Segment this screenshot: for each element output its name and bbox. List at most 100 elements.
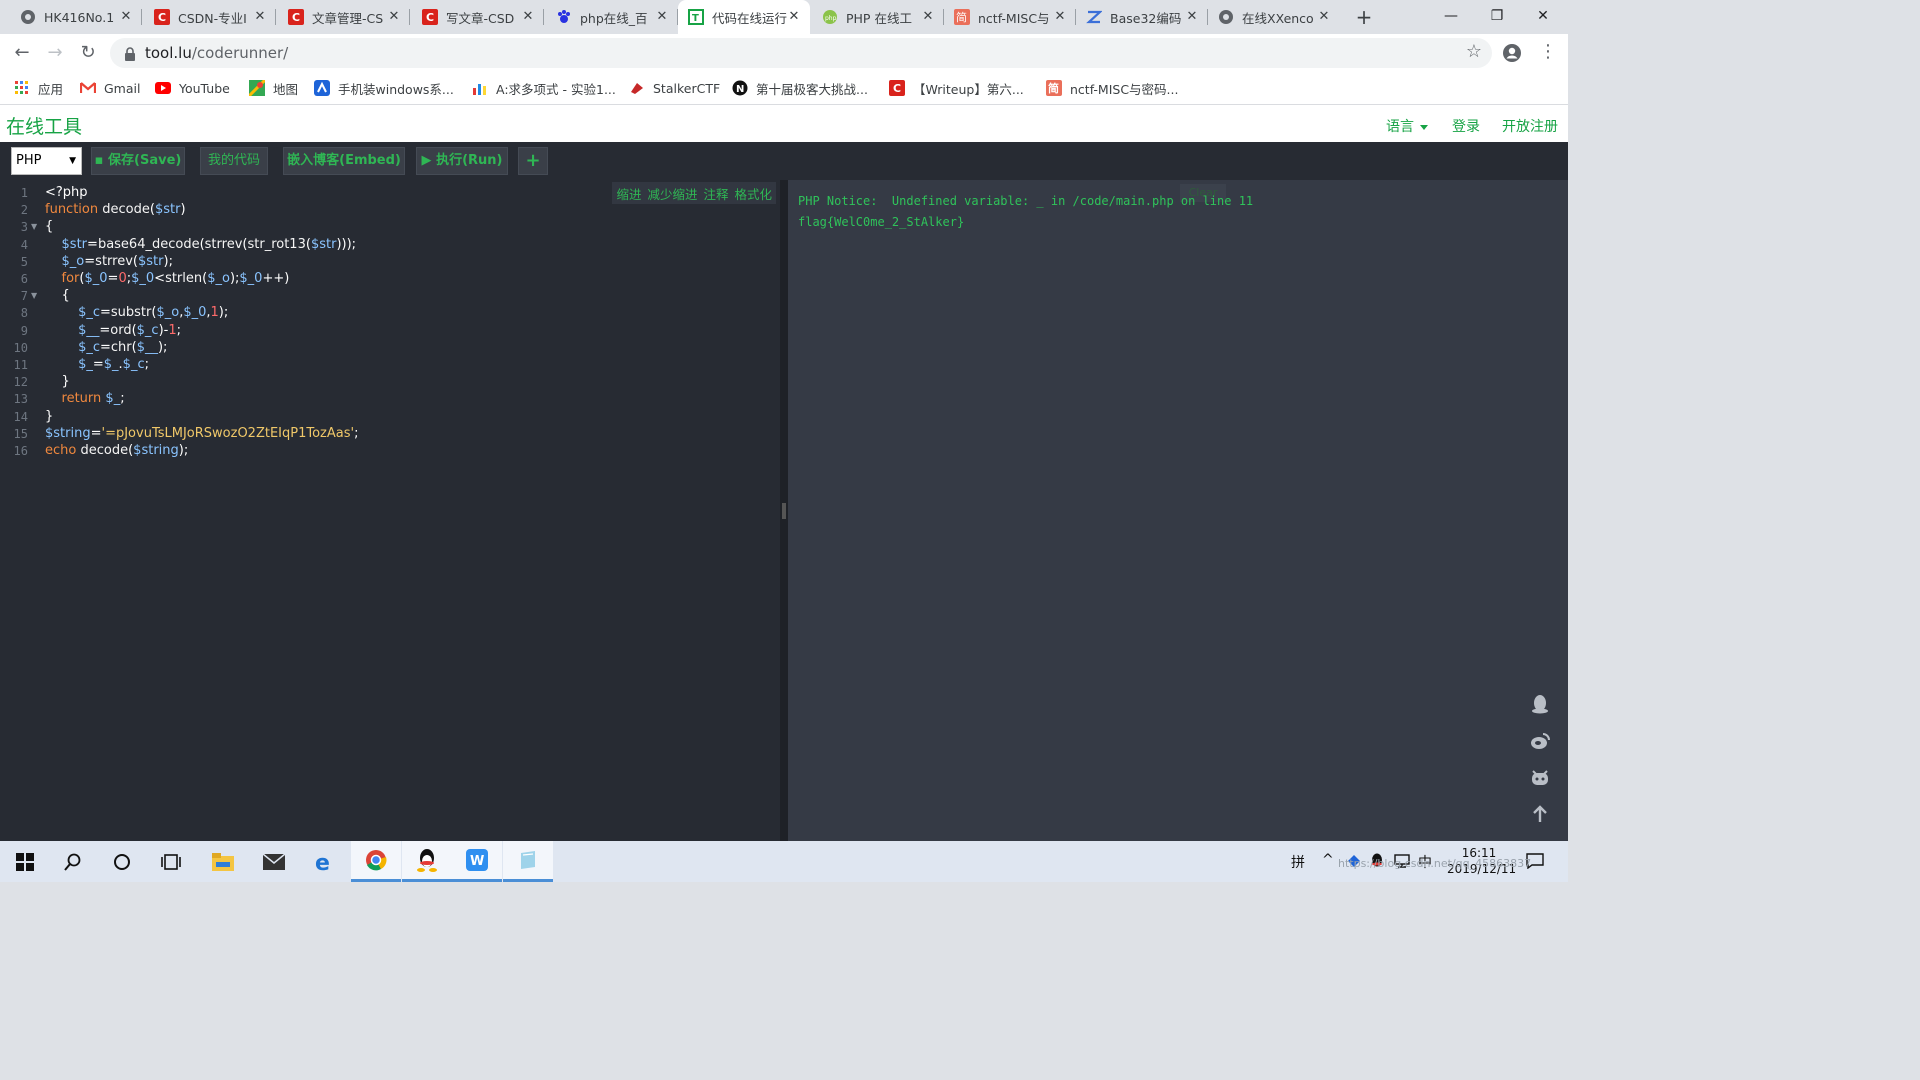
code-line[interactable]: for($_0=0;$_0<strlen($_o);$_0++) [45, 271, 290, 286]
reload-icon[interactable]: ↻ [75, 40, 101, 66]
browser-tab[interactable]: 在线XXenco ✕ [1208, 0, 1340, 34]
format-button[interactable]: 格式化 [734, 184, 772, 203]
windows-start-icon[interactable] [0, 841, 50, 882]
line-number: 12 [13, 375, 28, 390]
profile-avatar-icon[interactable] [1502, 43, 1522, 63]
browser-tab[interactable]: php在线_百 ✕ [544, 0, 678, 34]
browser-tab[interactable]: C 文章管理-CS ✕ [276, 0, 410, 34]
comment-button[interactable]: 注释 [703, 184, 728, 203]
close-window-icon[interactable]: ✕ [1520, 0, 1566, 34]
close-tab-icon[interactable]: ✕ [1184, 9, 1200, 25]
chrome-taskbar-icon[interactable] [351, 841, 401, 882]
ime-mode-indicator[interactable]: 拼 [1291, 852, 1305, 872]
bookmark-item[interactable]: YouTube [155, 78, 230, 98]
restore-window-icon[interactable]: ❐ [1474, 0, 1520, 34]
language-select[interactable]: PHP ▼ [11, 147, 82, 175]
fold-arrow-icon[interactable]: ▼ [31, 291, 37, 300]
bookmark-item[interactable]: 简 nctf-MISC与密码... [1046, 78, 1178, 98]
browser-tab[interactable]: HK416No.1 ✕ [0, 0, 142, 34]
new-tab-button[interactable]: + [1352, 5, 1376, 29]
code-line[interactable]: { [45, 219, 53, 234]
close-tab-icon[interactable]: ✕ [1316, 9, 1332, 25]
bookmark-item[interactable]: A:求多项式 - 实验1... [472, 78, 616, 98]
youtube-icon [155, 80, 171, 96]
register-link[interactable]: 开放注册 [1502, 116, 1558, 136]
browser-tab[interactable]: C 写文章-CSD ✕ [410, 0, 544, 34]
code-line[interactable]: } [45, 374, 70, 389]
notepad-icon[interactable] [503, 841, 553, 882]
bookmark-item[interactable]: 手机装windows系... [314, 78, 454, 98]
my-code-button[interactable]: 我的代码 [200, 147, 268, 175]
wps-icon[interactable]: W [452, 841, 502, 882]
back-arrow-icon[interactable]: ← [9, 40, 35, 66]
code-line[interactable]: <?php [45, 185, 88, 200]
fold-arrow-icon[interactable]: ▼ [31, 222, 37, 231]
svg-text:W: W [470, 854, 484, 869]
close-tab-icon[interactable]: ✕ [654, 9, 670, 25]
browser-tab-active[interactable]: T 代码在线运行 ✕ [678, 0, 810, 34]
address-bar[interactable]: tool.lu/coderunner/ ☆ [110, 38, 1492, 68]
edge-icon[interactable]: e [300, 841, 350, 882]
embed-button[interactable]: 嵌入博客(Embed) [283, 147, 405, 175]
code-line[interactable]: $_c=substr($_o,$_0,1); [45, 305, 228, 320]
minimize-icon[interactable]: — [1428, 0, 1474, 34]
mail-icon[interactable] [249, 841, 299, 882]
pane-splitter[interactable] [780, 180, 788, 841]
code-line[interactable]: $_=$_.$_c; [45, 357, 149, 372]
github-icon[interactable] [1530, 768, 1550, 788]
search-icon[interactable] [48, 841, 98, 882]
back-to-top-icon[interactable] [1530, 804, 1550, 824]
bookmark-item[interactable]: StalkerCTF [629, 78, 720, 98]
kebab-menu-icon[interactable]: ⋮ [1539, 39, 1557, 65]
close-tab-icon[interactable]: ✕ [520, 9, 536, 25]
qq-icon[interactable] [1530, 694, 1550, 714]
save-button[interactable]: ▪ 保存(Save) [91, 147, 185, 175]
bookmark-item[interactable]: C 【Writeup】第六... [889, 78, 1024, 98]
close-tab-icon[interactable]: ✕ [386, 9, 402, 25]
bookmark-item[interactable]: Gmail [80, 78, 140, 98]
close-tab-icon[interactable]: ✕ [252, 9, 268, 25]
splitter-grip[interactable] [782, 503, 786, 519]
site-brand[interactable]: 在线工具 [6, 112, 82, 139]
stalker-icon [629, 80, 645, 96]
code-line[interactable]: $__=ord($_c)-1; [45, 323, 181, 338]
code-line[interactable]: function decode($str) [45, 202, 186, 217]
close-tab-icon[interactable]: ✕ [920, 9, 936, 25]
login-link[interactable]: 登录 [1452, 116, 1480, 136]
run-button[interactable]: ▶ 执行(Run) [416, 147, 508, 175]
code-line[interactable]: } [45, 409, 53, 424]
browser-tab[interactable]: 简 nctf-MISC与 ✕ [944, 0, 1076, 34]
browser-tab[interactable]: php PHP 在线工 ✕ [810, 0, 944, 34]
code-line[interactable]: $string='=pJovuTsLMJoRSwozO2ZtEIqP1TozAa… [45, 426, 358, 441]
cortana-icon[interactable] [97, 841, 147, 882]
forward-arrow-icon[interactable]: → [42, 40, 68, 66]
close-tab-icon[interactable]: ✕ [786, 9, 802, 25]
language-dropdown[interactable]: 语言 [1386, 116, 1428, 136]
browser-tab[interactable]: Base32编码 ✕ [1076, 0, 1208, 34]
outdent-button[interactable]: 减少缩进 [647, 184, 697, 203]
code-line[interactable]: $_o=strrev($str); [45, 254, 173, 269]
line-number: 8 [20, 306, 28, 321]
browser-tab[interactable]: C CSDN-专业I ✕ [142, 0, 276, 34]
code-line[interactable]: { [45, 288, 70, 303]
code-editor[interactable]: 1 <?php 2 function decode($str) 3 ▼{4 $str=ba… [0, 180, 780, 841]
qq-taskbar-icon[interactable] [402, 841, 452, 882]
task-view-icon[interactable] [146, 841, 196, 882]
tray-chevron-up-icon[interactable]: ^ [1322, 852, 1334, 868]
bookmarks-bar: 应用 Gmail YouTube 地图 手机装windows系... A:求多项… [0, 71, 1568, 105]
close-tab-icon[interactable]: ✕ [1052, 9, 1068, 25]
svg-text:C: C [292, 11, 300, 24]
code-line[interactable]: echo decode($string); [45, 443, 188, 458]
code-line[interactable]: $_c=chr($__); [45, 340, 167, 355]
file-explorer-icon[interactable] [198, 841, 248, 882]
bookmark-star-icon[interactable]: ☆ [1466, 41, 1482, 62]
bookmark-item[interactable]: 地图 [249, 78, 298, 98]
close-tab-icon[interactable]: ✕ [118, 9, 134, 25]
code-line[interactable]: $str=base64_decode(strrev(str_rot13($str… [45, 237, 357, 252]
weibo-icon[interactable] [1530, 731, 1550, 751]
code-line[interactable]: return $_; [45, 391, 125, 406]
add-button[interactable]: + [518, 147, 548, 175]
bookmark-item[interactable]: N 第十届极客大挑战... [732, 78, 868, 98]
indent-button[interactable]: 缩进 [616, 184, 641, 203]
bookmark-item[interactable]: 应用 [14, 78, 63, 98]
